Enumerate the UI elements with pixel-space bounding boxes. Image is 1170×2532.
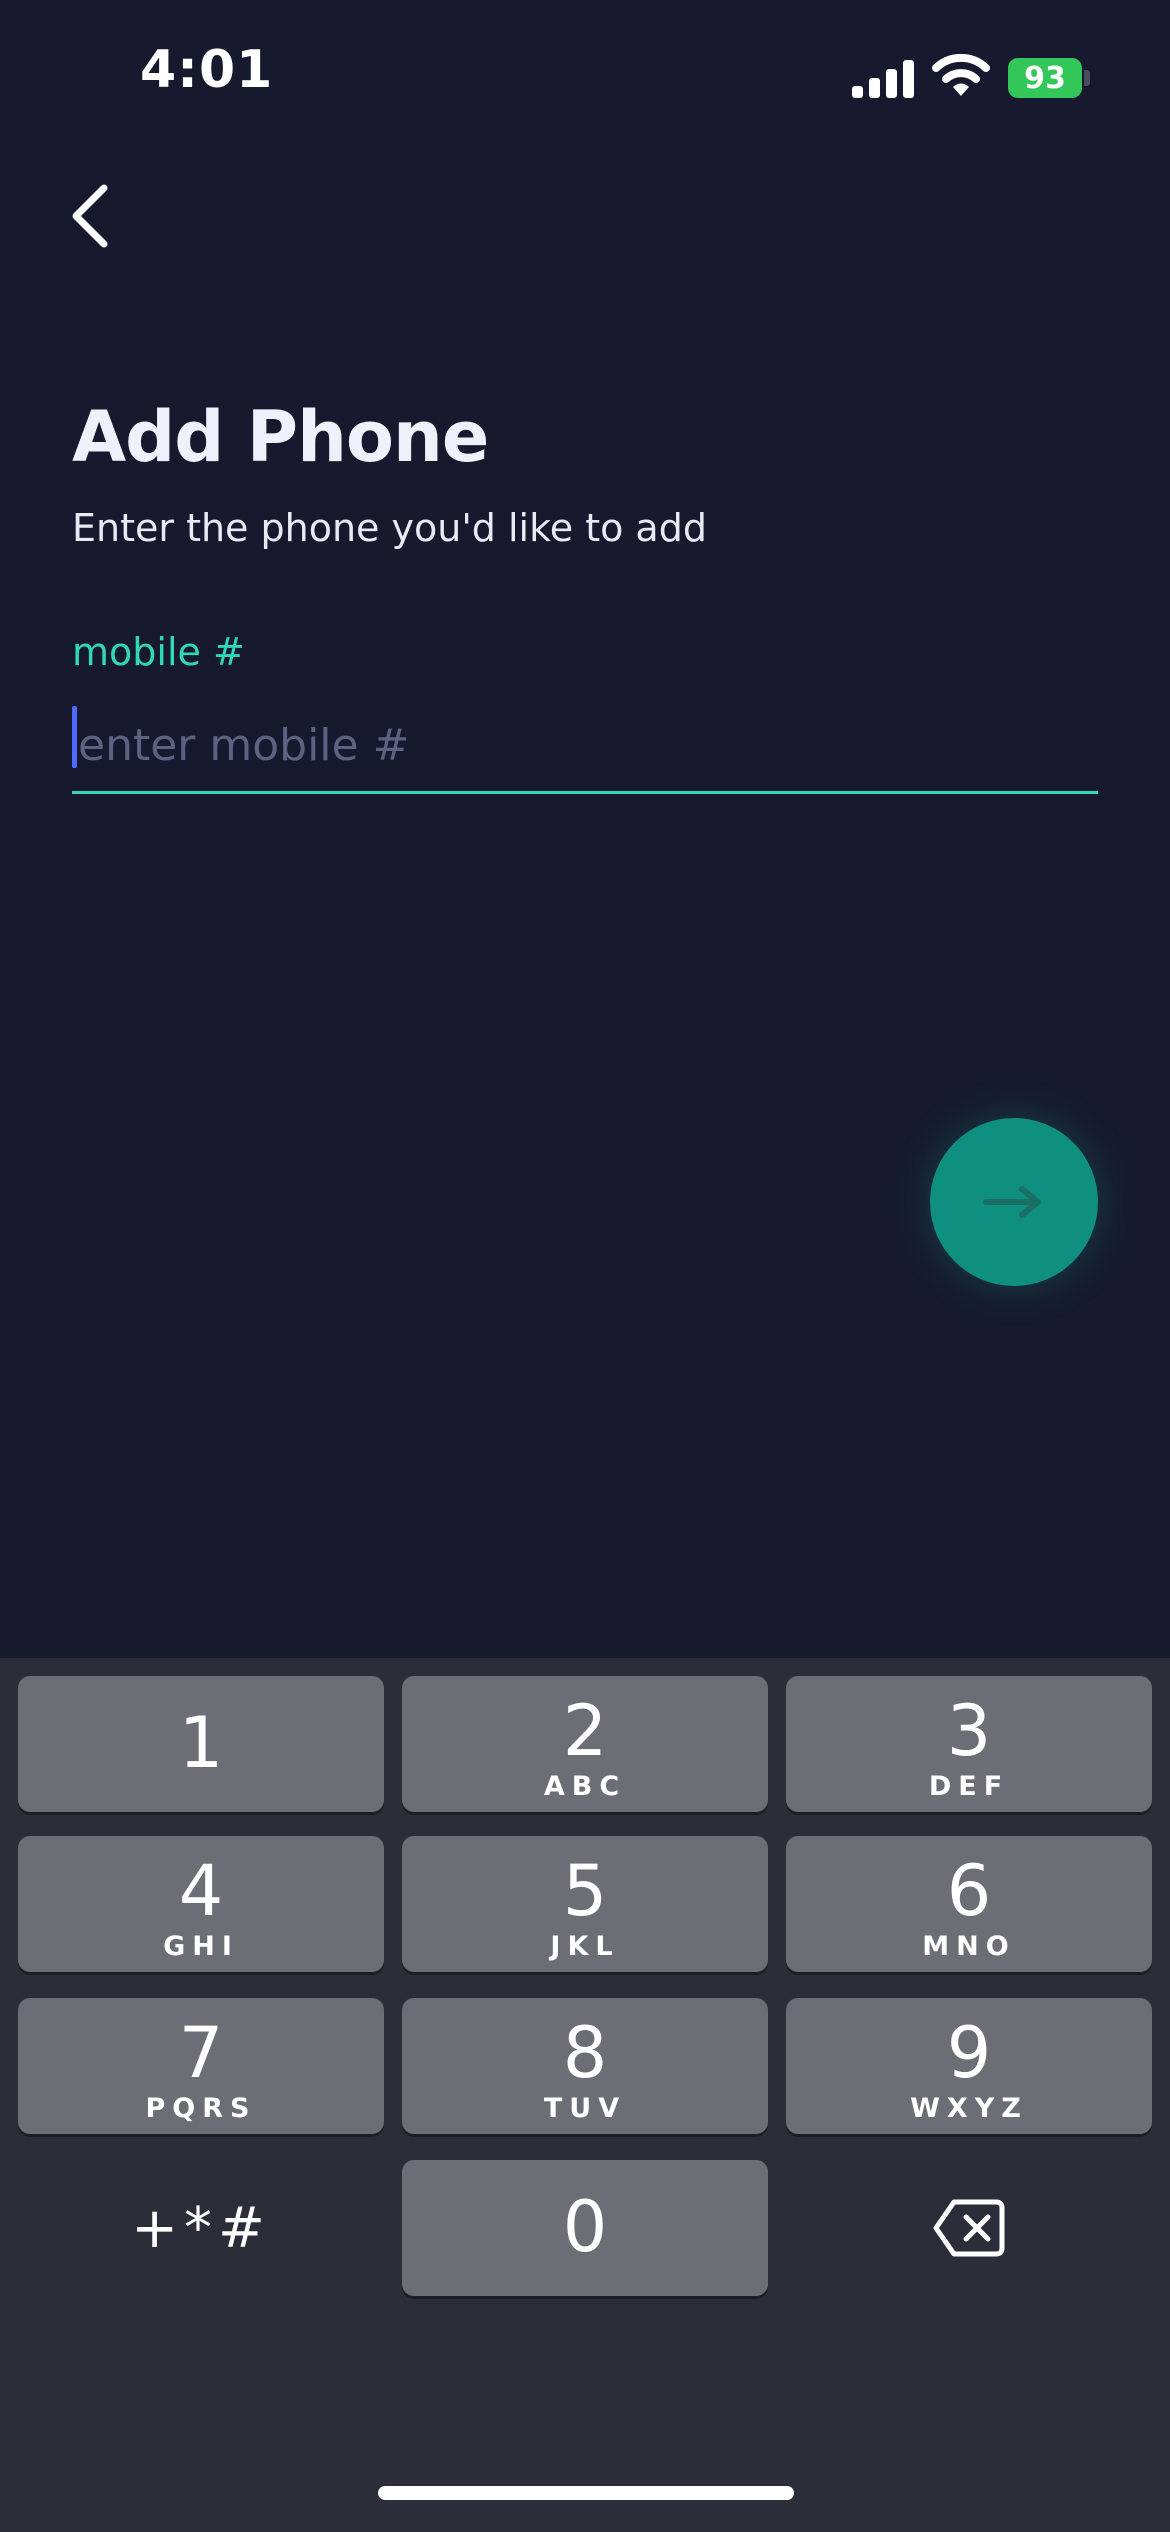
key-letters: GHI xyxy=(163,1931,239,1962)
key-digit: 8 xyxy=(562,2012,608,2094)
mobile-field-label: mobile # xyxy=(72,630,245,674)
key-digit: 9 xyxy=(946,2012,992,2094)
key-digit: 6 xyxy=(946,1850,992,1932)
chevron-left-icon xyxy=(72,184,108,248)
back-button[interactable] xyxy=(58,176,128,256)
add-phone-screen: 4:01 93 Add Phone Enter the phone you'd … xyxy=(0,0,1170,2532)
key-letters: ABC xyxy=(543,1771,627,1802)
key-7[interactable]: 7 PQRS xyxy=(18,1998,384,2134)
status-bar: 4:01 93 xyxy=(0,0,1170,150)
key-digit: 0 xyxy=(562,2186,608,2268)
key-digit: 3 xyxy=(946,1690,992,1772)
key-6[interactable]: 6 MNO xyxy=(786,1836,1152,1972)
key-5[interactable]: 5 JKL xyxy=(402,1836,768,1972)
key-digit: 4 xyxy=(178,1850,224,1932)
wifi-icon xyxy=(932,54,990,96)
key-digit: 5 xyxy=(562,1850,608,1932)
cellular-signal-icon xyxy=(852,60,914,98)
delete-key[interactable] xyxy=(786,2160,1152,2296)
mobile-number-input[interactable] xyxy=(72,700,1098,794)
home-indicator[interactable] xyxy=(378,2486,794,2500)
battery-charging-icon: 93 xyxy=(1008,58,1082,98)
key-letters: MNO xyxy=(922,1931,1016,1962)
next-button[interactable] xyxy=(930,1118,1098,1286)
key-2[interactable]: 2 ABC xyxy=(402,1676,768,1812)
status-time: 4:01 xyxy=(140,40,274,100)
key-4[interactable]: 4 GHI xyxy=(18,1836,384,1972)
key-letters: JKL xyxy=(550,1931,620,1962)
key-3[interactable]: 3 DEF xyxy=(786,1676,1152,1812)
backspace-icon xyxy=(933,2199,1005,2257)
key-8[interactable]: 8 TUV xyxy=(402,1998,768,2134)
key-0[interactable]: 0 xyxy=(402,2160,768,2296)
key-1[interactable]: 1 xyxy=(18,1676,384,1812)
key-9[interactable]: 9 WXYZ xyxy=(786,1998,1152,2134)
page-subtitle: Enter the phone you'd like to add xyxy=(72,506,707,550)
key-letters: TUV xyxy=(543,2093,627,2124)
battery-cap xyxy=(1084,70,1090,86)
symbols-key[interactable]: +*# xyxy=(18,2160,384,2296)
arrow-right-icon xyxy=(983,1186,1041,1218)
text-cursor xyxy=(72,706,77,768)
page-title: Add Phone xyxy=(72,396,489,478)
key-digit: 2 xyxy=(562,1690,608,1772)
key-digit: 1 xyxy=(178,1702,224,1784)
key-letters: DEF xyxy=(928,1771,1010,1802)
key-letters: WXYZ xyxy=(910,2093,1028,2124)
battery-level: 93 xyxy=(1024,60,1066,96)
key-digit: 7 xyxy=(178,2012,224,2094)
key-letters: PQRS xyxy=(145,2093,257,2124)
